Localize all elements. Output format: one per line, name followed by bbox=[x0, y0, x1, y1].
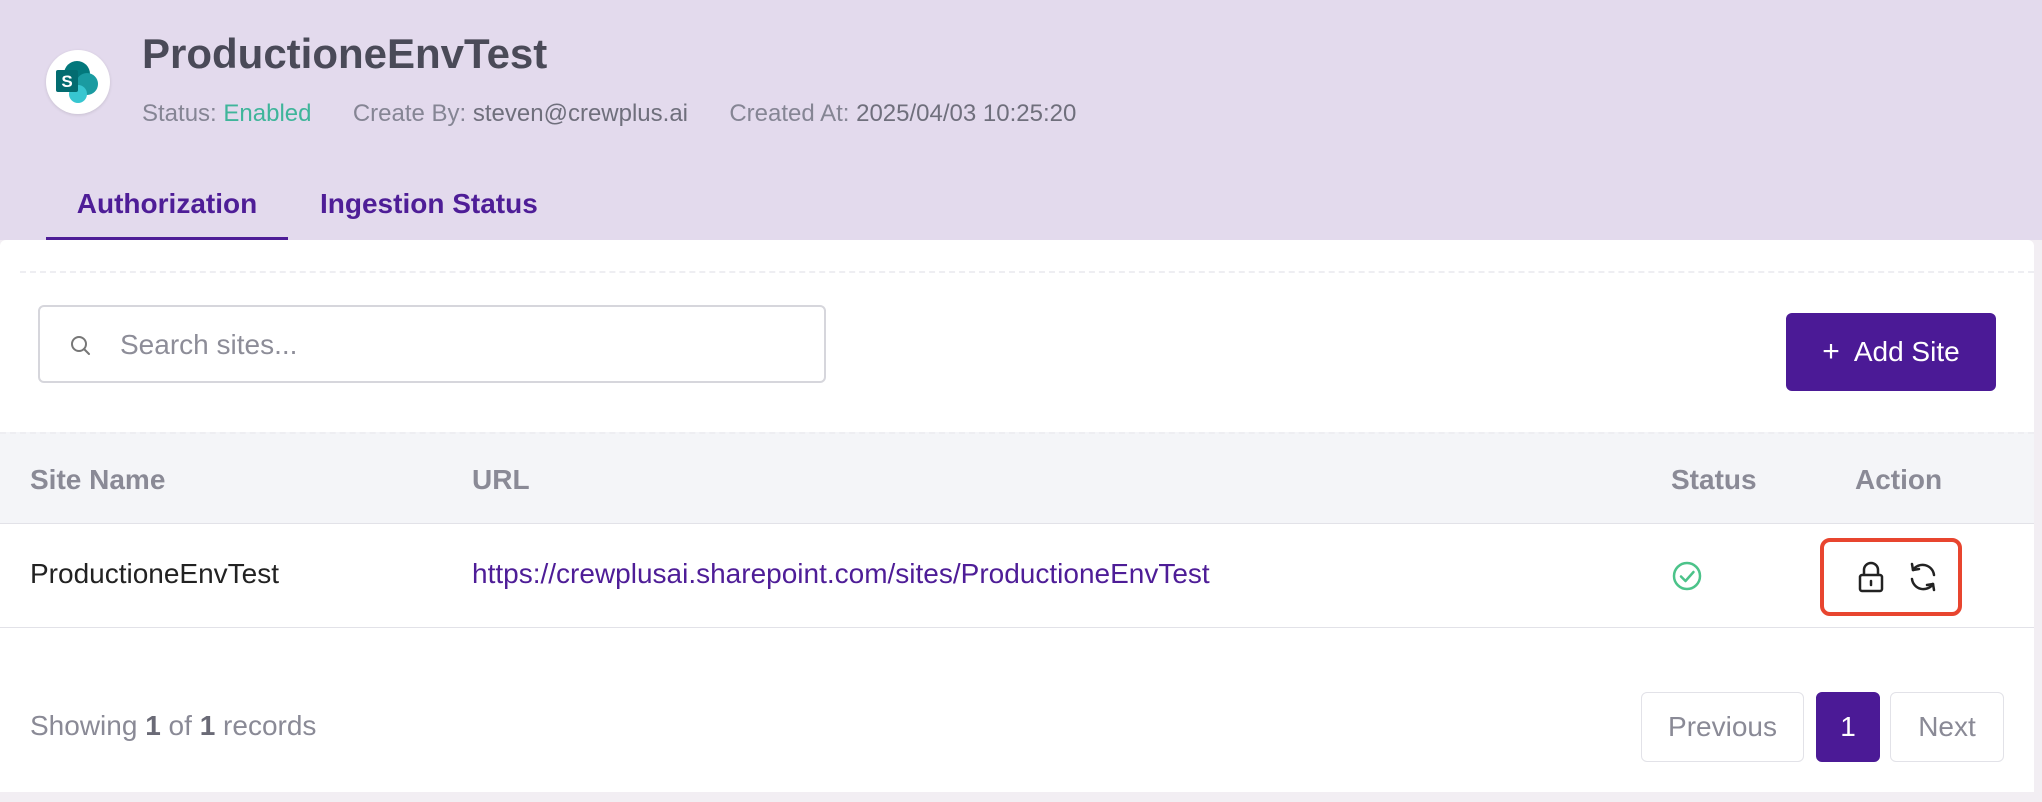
status-value: Enabled bbox=[223, 100, 312, 127]
sharepoint-icon: S bbox=[56, 61, 98, 103]
add-site-button[interactable]: + Add Site bbox=[1786, 313, 1996, 391]
content-card: + Add Site Site Name URL Status Action P… bbox=[0, 240, 2034, 792]
search-icon bbox=[71, 336, 90, 355]
column-header-action: Action bbox=[1855, 464, 1943, 495]
records-label: records bbox=[223, 710, 317, 741]
action-highlight bbox=[1820, 538, 1962, 616]
divider bbox=[20, 271, 2034, 273]
search-box[interactable] bbox=[38, 305, 826, 383]
of-label: of bbox=[168, 710, 192, 741]
site-url-link[interactable]: https://crewplusai.sharepoint.com/sites/… bbox=[472, 558, 1210, 590]
page-1-button[interactable]: 1 bbox=[1816, 692, 1880, 762]
created-at-label: Created At: bbox=[729, 100, 850, 127]
records-summary: Showing 1 of 1 records bbox=[30, 710, 316, 742]
page-header: S ProductioneEnvTest Status: Enabled Cre… bbox=[0, 0, 2042, 240]
column-header-url: URL bbox=[472, 464, 530, 495]
created-at-value: 2025/04/03 10:25:20 bbox=[856, 100, 1077, 127]
add-site-label: Add Site bbox=[1853, 336, 1960, 367]
created-by-label: Create By: bbox=[352, 100, 467, 127]
column-header-site-name: Site Name bbox=[30, 464, 166, 495]
created-by-value: steven@crewplus.ai bbox=[472, 100, 688, 127]
header-meta: Status: Enabled Create By: steven@crewpl… bbox=[142, 100, 1076, 128]
tab-ingestion-status[interactable]: Ingestion Status bbox=[320, 180, 538, 240]
column-header-status: Status bbox=[1671, 464, 1757, 495]
page-title: ProductioneEnvTest bbox=[142, 30, 548, 77]
check-circle-icon bbox=[1672, 561, 1702, 591]
next-page-button[interactable]: Next bbox=[1890, 692, 2004, 762]
previous-page-button[interactable]: Previous bbox=[1641, 692, 1804, 762]
svg-text:S: S bbox=[61, 72, 72, 91]
table-row: ProductioneEnvTest https://crewplusai.sh… bbox=[0, 524, 2034, 628]
lock-icon[interactable] bbox=[1855, 560, 1887, 594]
showing-label: Showing bbox=[30, 710, 138, 741]
status-label: Status: bbox=[142, 100, 217, 127]
search-input[interactable] bbox=[120, 321, 800, 369]
tab-authorization[interactable]: Authorization bbox=[46, 180, 288, 240]
records-total: 1 bbox=[199, 710, 216, 741]
refresh-icon[interactable] bbox=[1906, 560, 1940, 594]
table-header: Site Name URL Status Action bbox=[0, 432, 2034, 524]
site-name-cell: ProductioneEnvTest bbox=[30, 558, 280, 589]
sharepoint-logo: S bbox=[46, 50, 110, 114]
plus-icon: + bbox=[1822, 335, 1840, 368]
records-from: 1 bbox=[145, 710, 161, 741]
